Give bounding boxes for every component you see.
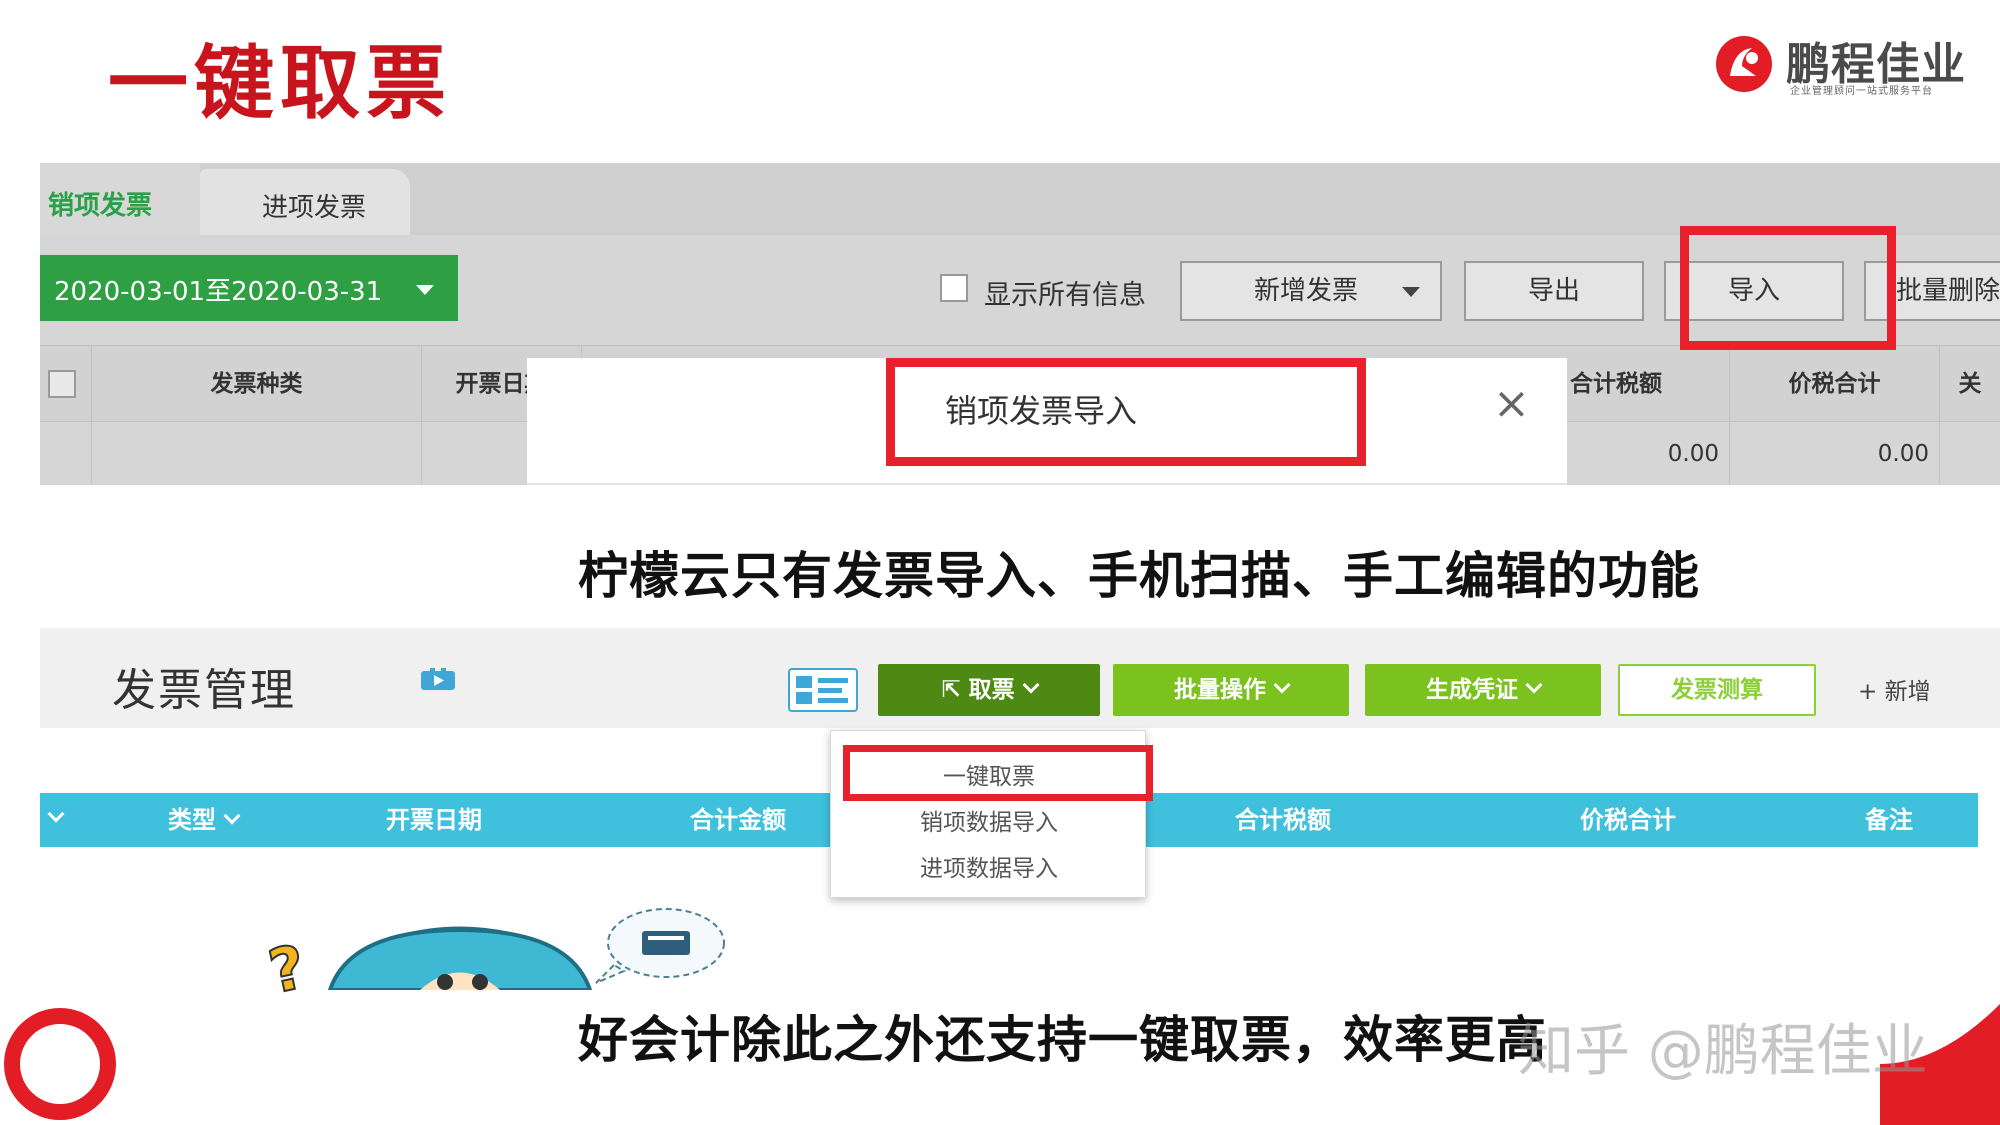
batch-ops-label: 批量操作	[1174, 677, 1266, 703]
col-total-amount: 合计金额	[690, 806, 786, 834]
row-tax-total: 0.00	[1570, 422, 1730, 485]
caption-good: 好会计除此之外还支持一键取票，效率更高	[578, 1011, 1547, 1069]
tab-sales-invoice[interactable]: 销项发票	[40, 163, 200, 235]
caret-down-icon	[1402, 287, 1420, 297]
row-checkbox-cell	[40, 422, 92, 485]
caption-lemon: 柠檬云只有发票导入、手机扫描、手工编辑的功能	[578, 547, 1700, 605]
show-all-info-label: 显示所有信息	[984, 280, 1146, 311]
row-invoice-type	[92, 422, 422, 485]
col-type-label: 类型	[168, 806, 216, 834]
chevron-down-icon	[1022, 676, 1040, 694]
scan-icon[interactable]	[788, 668, 858, 712]
dropdown-item-sales-import[interactable]: 销项数据导入	[831, 803, 1147, 837]
col-price-tax-total: 价税合计	[1730, 346, 1940, 422]
add-button[interactable]: + 新增	[1858, 672, 1931, 706]
chevron-down-icon	[223, 807, 241, 825]
header-checkbox-cell	[40, 346, 92, 422]
logo-tagline: 企业管理顾问一站式服务平台	[1790, 86, 1933, 97]
get-ticket-button[interactable]: ⇱ 取票	[878, 664, 1100, 716]
logo-mark-icon	[1716, 36, 1772, 92]
generate-voucher-label: 生成凭证	[1426, 677, 1518, 703]
new-invoice-label: 新增发票	[1254, 276, 1359, 306]
video-icon[interactable]	[420, 668, 456, 692]
highlight-dialog-title-box	[886, 358, 1366, 466]
col-tax-total: 合计税额	[1570, 346, 1730, 422]
question-mark-icon: ?	[262, 931, 313, 1009]
header-expand-chevron[interactable]	[47, 793, 65, 847]
slide-title: 一键取票	[108, 37, 452, 130]
col-type[interactable]: 类型	[168, 793, 241, 847]
col-invoice-type: 发票种类	[92, 346, 422, 422]
col-issue-date: 开票日期	[386, 806, 482, 834]
invoice-thought-bubble-icon	[595, 908, 725, 984]
highlight-one-click-box	[843, 745, 1153, 801]
col-price-tax-total: 价税合计	[1580, 806, 1676, 834]
generate-voucher-button[interactable]: 生成凭证	[1365, 664, 1601, 716]
show-all-info-checkbox[interactable]	[940, 274, 968, 302]
caret-down-icon	[416, 285, 434, 295]
date-range-select[interactable]: 2020-03-01至2020-03-31	[40, 255, 458, 321]
date-range-value: 2020-03-01至2020-03-31	[54, 277, 383, 307]
export-button[interactable]: 导出	[1464, 261, 1644, 321]
col-total-tax: 合计税额	[1235, 806, 1331, 834]
watermark: 知乎 @鹏程佳业	[1518, 1019, 1928, 1084]
company-logo: 鹏程佳业 企业管理顾问一站式服务平台	[1712, 28, 1984, 100]
dropdown-item-purchase-import[interactable]: 进项数据导入	[831, 849, 1147, 883]
col-related: 关	[1958, 371, 1982, 397]
col-remarks: 备注	[1865, 806, 1913, 834]
invoice-management-title: 发票管理	[112, 665, 296, 716]
ticket-icon: ⇱	[941, 677, 969, 703]
tab-purchase-invoice[interactable]: 进项发票	[200, 169, 410, 235]
mascot-icon	[327, 926, 593, 990]
batch-ops-button[interactable]: 批量操作	[1113, 664, 1349, 716]
tab-bar: 销项发票 进项发票	[40, 163, 2000, 235]
decorative-ring	[4, 1008, 116, 1120]
highlight-import-box	[1680, 226, 1896, 350]
chevron-down-icon	[1273, 676, 1291, 694]
chevron-down-icon	[1525, 676, 1543, 694]
good-accounting-toolbar: 发票管理 ⇱ 取票 批量操作 生成凭证 发票测算 + 新增	[40, 628, 2000, 728]
row-price-tax-total: 0.00	[1730, 422, 1940, 485]
chevron-down-icon	[47, 805, 65, 823]
get-ticket-label: 取票	[968, 677, 1015, 703]
close-icon[interactable]: ×	[1493, 378, 1530, 429]
invoice-calc-button[interactable]: 发票测算	[1618, 664, 1816, 716]
